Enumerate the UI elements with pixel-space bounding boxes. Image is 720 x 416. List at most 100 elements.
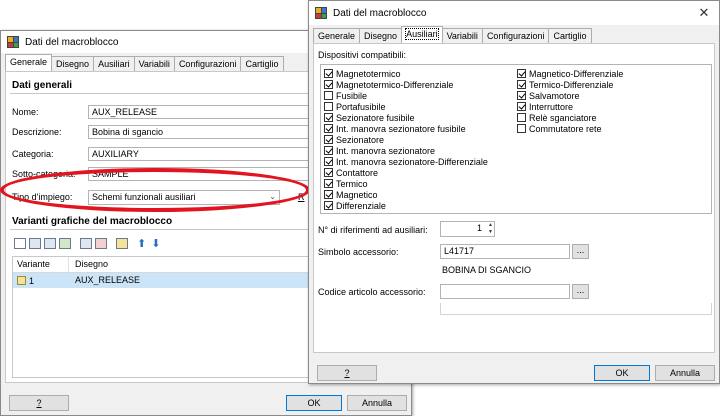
back-tab-variabili[interactable]: Variabili — [133, 56, 175, 71]
front-tab-cartiglio[interactable]: Cartiglio — [548, 28, 592, 43]
front-tab-ausiliari[interactable]: Ausiliari — [401, 26, 443, 43]
back-tab-generale[interactable]: Generale — [5, 54, 53, 71]
refs-spinner[interactable]: 1 ▲ ▼ — [440, 221, 495, 237]
checkbox-checked-icon[interactable] — [324, 146, 333, 155]
variant-icon — [17, 276, 26, 285]
import-icon[interactable] — [59, 238, 71, 249]
duplicate-icon[interactable] — [80, 238, 92, 249]
device-checkbox-left-6[interactable]: Sezionatore — [324, 134, 488, 145]
back-ok-button[interactable]: OK — [286, 395, 342, 411]
checkbox-checked-icon[interactable] — [324, 157, 333, 166]
front-cancel-button[interactable]: Annulla — [655, 365, 715, 381]
paste-icon[interactable] — [44, 238, 56, 249]
categoria-field[interactable]: AUXILIARY — [88, 147, 310, 161]
device-label: Sezionatore fusibile — [336, 112, 415, 123]
checkbox-checked-icon[interactable] — [324, 113, 333, 122]
device-checkbox-right-0[interactable]: Magnetico-Differenziale — [517, 68, 623, 79]
device-checkbox-left-5[interactable]: Int. manovra sezionatore fusibile — [324, 123, 488, 134]
device-label: Differenziale — [336, 200, 386, 211]
device-checkbox-left-1[interactable]: Magnetotermico-Differenziale — [324, 79, 488, 90]
device-checkbox-right-1[interactable]: Termico-Differenziale — [517, 79, 623, 90]
back-help-label: ? — [36, 398, 42, 408]
checkbox-checked-icon[interactable] — [324, 168, 333, 177]
front-help-button[interactable]: ? — [317, 365, 377, 381]
front-tab-variabili[interactable]: Variabili — [441, 28, 483, 43]
device-checkbox-left-0[interactable]: Magnetotermico — [324, 68, 488, 79]
checkbox-checked-icon[interactable] — [324, 179, 333, 188]
front-ok-button[interactable]: OK — [594, 365, 650, 381]
front-tab-generale[interactable]: Generale — [313, 28, 361, 43]
device-checkbox-left-9[interactable]: Contattore — [324, 167, 488, 178]
nome-field[interactable]: AUX_RELEASE — [88, 105, 310, 119]
checkbox-checked-icon[interactable] — [517, 91, 526, 100]
device-checkbox-left-12[interactable]: Differenziale — [324, 200, 488, 211]
close-icon[interactable]: ✕ — [689, 5, 719, 21]
tipo-impiego-value: Schemi funzionali ausiliari — [92, 192, 196, 202]
section-dati-generali: Dati generali — [12, 80, 73, 91]
checkbox-unchecked-icon[interactable] — [324, 91, 333, 100]
section-divider-2 — [10, 229, 310, 230]
device-checkbox-left-10[interactable]: Termico — [324, 178, 488, 189]
front-tab-disegno[interactable]: Disegno — [359, 28, 403, 43]
checkbox-checked-icon[interactable] — [324, 69, 333, 78]
section-varianti: Varianti grafiche del macroblocco — [12, 216, 173, 227]
device-checkbox-right-2[interactable]: Salvamotore — [517, 90, 623, 101]
back-cancel-button[interactable]: Annulla — [347, 395, 407, 411]
descrizione-label: Descrizione: — [12, 127, 62, 137]
refs-label: N° di riferimenti ad ausiliari: — [318, 225, 428, 235]
arrow-down-icon[interactable]: ⬇ — [151, 237, 160, 250]
device-checkbox-left-3[interactable]: Portafusibile — [324, 101, 488, 112]
device-label: Portafusibile — [336, 101, 386, 112]
edit-icon[interactable] — [116, 238, 128, 249]
front-dialog: Dati del macroblocco ✕ Generale Disegno … — [308, 0, 720, 384]
device-checkbox-right-4[interactable]: Relè sganciatore — [517, 112, 623, 123]
checkbox-checked-icon[interactable] — [517, 102, 526, 111]
front-window-title: Dati del macroblocco — [333, 7, 427, 19]
device-label: Int. manovra sezionatore fusibile — [336, 123, 466, 134]
device-label: Relè sganciatore — [529, 112, 597, 123]
checkbox-unchecked-icon[interactable] — [517, 124, 526, 133]
checkbox-unchecked-icon[interactable] — [324, 102, 333, 111]
back-tab-ausiliari[interactable]: Ausiliari — [93, 56, 135, 71]
table-row[interactable]: 1 AUX_RELEASE — [13, 273, 309, 288]
sotto-categoria-field[interactable]: SAMPLE — [88, 167, 310, 181]
device-checkbox-right-3[interactable]: Interruttore — [517, 101, 623, 112]
tipo-impiego-select[interactable]: Schemi funzionali ausiliari ⌄ — [88, 190, 280, 205]
codice-browse-button[interactable]: ... — [572, 284, 589, 299]
codice-field[interactable] — [440, 284, 570, 299]
back-help-button[interactable]: ? — [9, 395, 69, 411]
spinner-arrows-icon[interactable]: ▲ ▼ — [488, 222, 493, 236]
new-icon[interactable] — [14, 238, 26, 249]
descrizione-field[interactable]: Bobina di sgancio — [88, 125, 310, 139]
device-checkbox-right-5[interactable]: Commutatore rete — [517, 123, 623, 134]
back-tab-cartiglio[interactable]: Cartiglio — [240, 56, 284, 71]
checkbox-checked-icon[interactable] — [324, 201, 333, 210]
front-tab-configurazioni[interactable]: Configurazioni — [481, 28, 550, 43]
simbolo-browse-button[interactable]: ... — [572, 244, 589, 259]
arrow-up-icon[interactable]: ⬆ — [137, 237, 146, 250]
back-tab-configurazioni[interactable]: Configurazioni — [173, 56, 242, 71]
device-checkbox-left-2[interactable]: Fusibile — [324, 90, 488, 101]
checkbox-checked-icon[interactable] — [324, 80, 333, 89]
checkbox-unchecked-icon[interactable] — [517, 113, 526, 122]
device-checkbox-left-8[interactable]: Int. manovra sezionatore-Differenziale — [324, 156, 488, 167]
checkbox-checked-icon[interactable] — [324, 135, 333, 144]
column-header-variante[interactable]: Variante — [13, 257, 69, 272]
device-checkbox-left-4[interactable]: Sezionatore fusibile — [324, 112, 488, 123]
device-label: Interruttore — [529, 101, 574, 112]
checkbox-checked-icon[interactable] — [517, 69, 526, 78]
checkbox-checked-icon[interactable] — [324, 190, 333, 199]
device-checkbox-left-11[interactable]: Magnetico — [324, 189, 488, 200]
simbolo-field[interactable]: L41717 — [440, 244, 570, 259]
checkbox-checked-icon[interactable] — [324, 124, 333, 133]
copy-icon[interactable] — [29, 238, 41, 249]
checkbox-checked-icon[interactable] — [517, 80, 526, 89]
variants-toolbar: ⬆ ⬇ — [14, 237, 160, 250]
device-label: Salvamotore — [529, 90, 580, 101]
delete-icon[interactable] — [95, 238, 107, 249]
codice-label: Codice articolo accessorio: — [318, 287, 426, 297]
column-header-disegno[interactable]: Disegno — [69, 257, 309, 272]
front-titlebar[interactable]: Dati del macroblocco ✕ — [309, 1, 719, 25]
back-tab-disegno[interactable]: Disegno — [51, 56, 95, 71]
device-checkbox-left-7[interactable]: Int. manovra sezionatore — [324, 145, 488, 156]
